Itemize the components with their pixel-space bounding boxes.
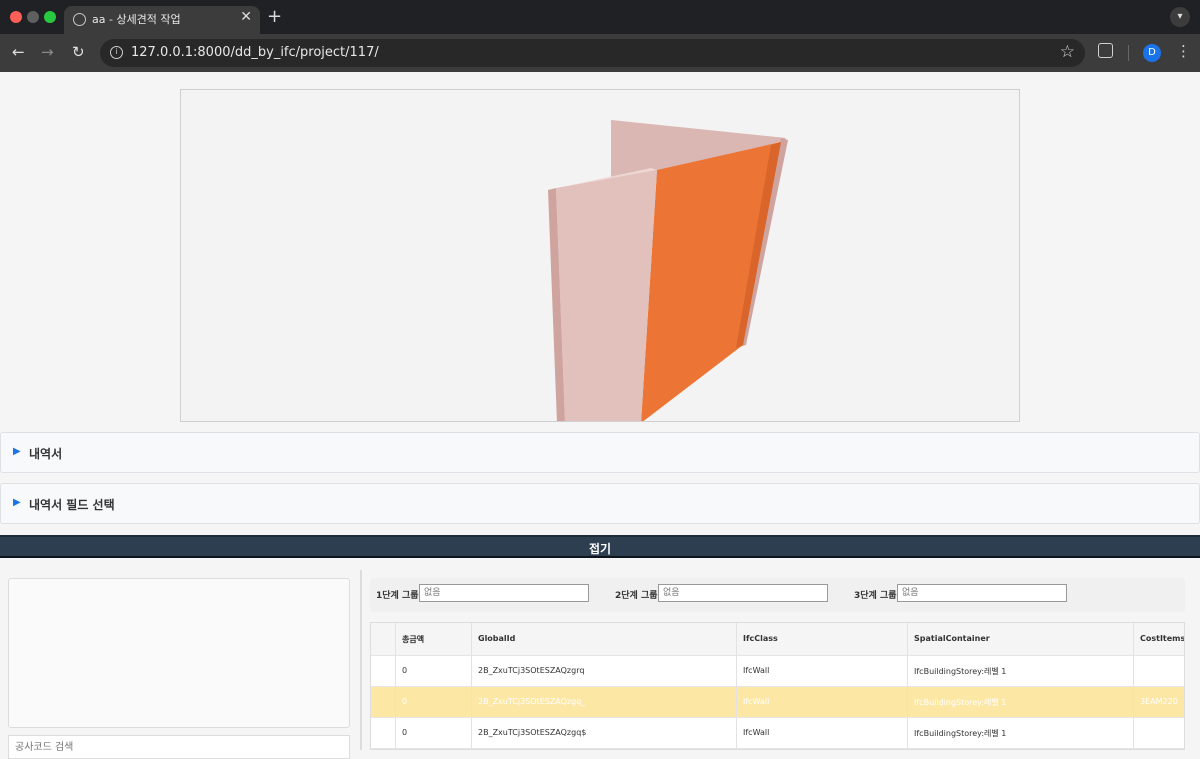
cell-costitems: [1133, 718, 1184, 748]
globe-icon: [73, 13, 86, 26]
column-header-costitems[interactable]: CostItems: [1133, 623, 1184, 655]
cell-total: 0: [395, 656, 471, 686]
wall-model-render: [548, 120, 788, 421]
column-header-spatialcontainer[interactable]: SpatialContainer: [907, 623, 1133, 655]
collapse-label: 접기: [588, 542, 612, 556]
accordion-label: 내역서: [29, 447, 63, 461]
collapse-button[interactable]: 접기: [0, 535, 1200, 558]
reload-icon[interactable]: ↻: [72, 43, 85, 61]
tab-search-chevron-icon[interactable]: ▾: [1170, 7, 1190, 27]
zoom-window-button[interactable]: [44, 11, 56, 23]
cell-costitems: [1133, 656, 1184, 686]
tab-title: aa - 상세견적 작업: [92, 13, 181, 26]
ifc-3d-viewer[interactable]: [180, 89, 1020, 422]
accordion-cost-statement[interactable]: ▶ 내역서: [0, 432, 1200, 473]
cost-code-tree-panel: [8, 578, 350, 728]
cell-ifcclass: IfcWall: [736, 718, 907, 748]
accordion-field-select[interactable]: ▶ 내역서 필드 선택: [0, 483, 1200, 524]
expand-triangle-icon: ▶: [13, 446, 21, 457]
row-selector[interactable]: [371, 718, 395, 748]
table-header-row: 총금액 GlobalId IfcClass SpatialContainer C…: [371, 623, 1184, 656]
cell-costitems: 3EAM220: [1133, 687, 1184, 717]
left-panel: [0, 570, 362, 759]
cell-spatial: IfcBuildingStorey:레벨 1: [907, 687, 1133, 717]
browser-toolbar: ← → ↻ i 127.0.0.1:8000/dd_by_ifc/project…: [0, 34, 1200, 72]
group-3-input[interactable]: [897, 584, 1067, 602]
site-info-icon[interactable]: i: [110, 46, 123, 59]
cell-spatial: IfcBuildingStorey:레벨 1: [907, 718, 1133, 748]
bookmark-star-icon[interactable]: ☆: [1060, 42, 1075, 62]
accordion-label: 내역서 필드 선택: [29, 498, 115, 512]
browser-tab[interactable]: aa - 상세견적 작업 ✕: [64, 6, 260, 34]
new-tab-icon[interactable]: +: [267, 6, 282, 27]
back-arrow-icon[interactable]: ←: [12, 43, 25, 61]
cell-total: 0: [395, 687, 471, 717]
browser-menu-icon[interactable]: ⋮: [1176, 42, 1191, 60]
toolbar-divider: [1128, 45, 1129, 61]
cell-spatial: IfcBuildingStorey:레벨 1: [907, 656, 1133, 686]
address-bar[interactable]: i 127.0.0.1:8000/dd_by_ifc/project/117/ …: [100, 39, 1085, 67]
column-header-total[interactable]: 총금액: [395, 623, 471, 655]
row-selector[interactable]: [371, 656, 395, 686]
row-selector[interactable]: [371, 687, 395, 717]
extensions-puzzle-icon[interactable]: [1098, 43, 1113, 58]
group-label-2: 2단계 그룹:: [615, 591, 662, 601]
minimize-window-button[interactable]: [27, 11, 39, 23]
forward-arrow-icon[interactable]: →: [41, 43, 54, 61]
cell-ifcclass: IfcWall: [736, 656, 907, 686]
group-label-1: 1단계 그룹:: [376, 591, 423, 601]
table-row[interactable]: 0 2B_ZxuTCj3SOtESZAQzgq$ IfcWall IfcBuil…: [371, 718, 1184, 749]
group-2-input[interactable]: [658, 584, 828, 602]
highlighted-wall: [641, 142, 781, 421]
browser-tab-bar: aa - 상세견적 작업 ✕ + ▾: [0, 0, 1200, 34]
group-filter-bar: 1단계 그룹: 2단계 그룹: 3단계 그룹:: [370, 578, 1185, 612]
close-tab-icon[interactable]: ✕: [240, 9, 252, 25]
column-header-globalid[interactable]: GlobalId: [471, 623, 736, 655]
url-text[interactable]: 127.0.0.1:8000/dd_by_ifc/project/117/: [131, 45, 379, 60]
column-header-checkbox[interactable]: [371, 623, 395, 655]
close-window-button[interactable]: [10, 11, 22, 23]
table-row-selected[interactable]: 0 2B_ZxuTCj3SOtESZAQzgq_ IfcWall IfcBuil…: [371, 687, 1184, 718]
cell-globalid: 2B_ZxuTCj3SOtESZAQzgrq: [471, 656, 736, 686]
cell-globalid: 2B_ZxuTCj3SOtESZAQzgq$: [471, 718, 736, 748]
table-row[interactable]: 0 2B_ZxuTCj3SOtESZAQzgrq IfcWall IfcBuil…: [371, 656, 1184, 687]
group-1-input[interactable]: [419, 584, 589, 602]
column-header-ifcclass[interactable]: IfcClass: [736, 623, 907, 655]
element-table: 총금액 GlobalId IfcClass SpatialContainer C…: [370, 622, 1185, 750]
group-label-3: 3단계 그룹:: [854, 591, 901, 601]
cell-total: 0: [395, 718, 471, 748]
cell-globalid: 2B_ZxuTCj3SOtESZAQzgq_: [471, 687, 736, 717]
profile-avatar[interactable]: D: [1143, 44, 1161, 62]
cell-ifcclass: IfcWall: [736, 687, 907, 717]
expand-triangle-icon: ▶: [13, 497, 21, 508]
code-search-input[interactable]: [8, 735, 350, 759]
front-wall: [556, 170, 657, 421]
